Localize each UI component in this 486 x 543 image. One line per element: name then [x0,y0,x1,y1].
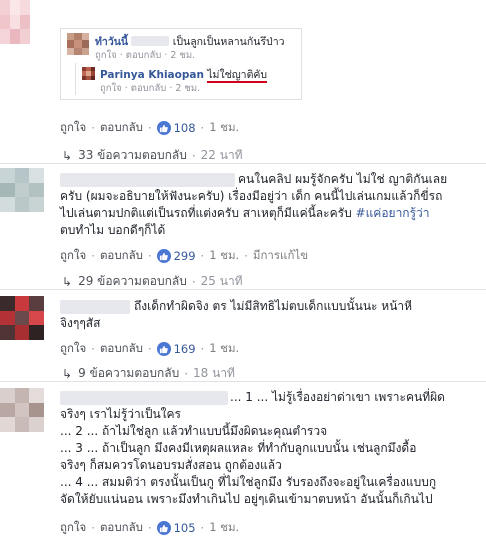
comment-text: ... 1 ... ไม่รู้เรื่องอย่าด่าเขา เพราะคน… [230,390,445,404]
comment-text: คนในคลิป ผมรู้จักครับ ไม่ใช่ ญาติกันเลย [238,172,448,186]
commenter-name[interactable]: Parinya Khiaopan [100,69,204,81]
comment-actions: ถูกใจ · ตอบกลับ · 169 · 1 ชม. [60,340,240,358]
reply-arrow-icon: ↳ [62,148,73,163]
comment-actions: ถูกใจ · ตอบกลับ · 108 · 1 ชม. [60,119,240,137]
comment-text: จัดให้ยับแน่นอน เพราะมึงทำเกินไป อยู่ๆเด… [60,492,433,506]
comment-text: ... 4 ... สมมติว่า ตรงนั้นเป็นกู ที่ไม่ใ… [60,475,437,489]
avatar[interactable] [0,168,44,212]
comment-text: จริงๆ เราไม่รู้ว่าเป็นใคร [60,407,182,421]
avatar[interactable] [0,0,30,44]
avatar[interactable] [67,33,89,55]
divider [0,289,486,290]
nested-reply: Parinya Khiaopan ไม่ใช่ญาติคับ ถูกใจ · ต… [75,63,296,95]
reply-link[interactable]: ตอบกลับ [126,50,162,61]
comment-text: ครับ (ผมจะอธิบายให้ฟังนะครับ) เรื่องมีอย… [60,189,443,203]
comment-actions: ถูกใจ · ตอบกลับ · 105 · 1 ชม. [60,519,240,537]
timestamp[interactable]: 1 ชม. [209,340,239,358]
timestamp[interactable]: 2 ชม. [170,50,195,61]
comment-text: ... 3 ... ถ้าเป็นลูก มึงคงมีเหตุผลแหละ ท… [60,441,417,455]
like-count[interactable]: 108 [156,121,196,135]
avatar[interactable] [0,296,44,340]
comment-text: ถึงเด็กทำผิดจิง ตร ไม่มีสิทธิไม่ตบเด็กแบ… [134,299,413,313]
like-count[interactable]: 299 [156,249,196,263]
comment-text: จิงๆๆสัส [60,316,101,330]
like-link[interactable]: ถูกใจ [60,519,86,537]
reply-link[interactable]: ตอบกลับ [100,119,143,137]
thumbs-up-icon [156,521,171,535]
comment-text: ... 2 ... ถ้าไม่ใช่ลูก แล้วทำแบบนี้มึงผิ… [60,424,328,438]
reply-arrow-icon: ↳ [62,274,73,289]
like-link[interactable]: ถูกใจ [100,83,122,94]
reply-arrow-icon: ↳ [62,366,73,381]
avatar[interactable] [82,67,95,80]
comment-text: ไปเล่นตามปกติแต่เป็นรถที่แต่งครับ สาเหตุ… [60,206,430,220]
reply-link[interactable]: ตอบกลับ [100,519,143,537]
reply-link[interactable]: ตอบกลับ [100,247,143,265]
comment-text: เป็นลูกเป็นหลานกันรึป่าว [172,36,285,48]
like-link[interactable]: ถูกใจ [60,247,86,265]
comment-actions: ถูกใจ · ตอบกลับ · 299 · 1 ชม. · มีการแก้ไข [60,247,309,265]
avatar[interactable] [0,388,44,432]
quoted-reply-box: ทำวันนี้ เป็นลูกเป็นหลานกันรึป่าว ถูกใจ … [60,28,302,100]
comment-text: จริงๆ ก็สมควรโดนอบรมสั่งสอน ถูกต้องแล้ว [60,458,282,472]
blurred-name [60,300,130,314]
like-link[interactable]: ถูกใจ [60,119,86,137]
thumbs-up-icon [156,249,171,263]
timestamp[interactable]: 2 ชม. [175,83,200,94]
blurred-name [60,173,235,187]
like-link[interactable]: ถูกใจ [95,50,117,61]
reply-link[interactable]: ตอบกลับ [100,340,143,358]
edited-label[interactable]: มีการแก้ไข [253,247,308,265]
like-link[interactable]: ถูกใจ [60,340,86,358]
reply-link[interactable]: ตอบกลับ [131,83,167,94]
hashtag-link[interactable]: #แค่อยากรู้ว่า [356,206,430,220]
blurred-name [131,36,170,46]
comment-text: ไม่ใช่ญาติคับ [207,69,268,83]
comment-text: ตบทำไม บอกดีๆก็ได้ [60,223,166,237]
like-count[interactable]: 169 [156,342,196,356]
timestamp[interactable]: 1 ชม. [209,247,239,265]
commenter-name[interactable]: ทำวันนี้ [95,36,128,48]
thumbs-up-icon [156,121,171,135]
timestamp[interactable]: 1 ชม. [209,119,239,137]
thumbs-up-icon [156,342,171,356]
divider [0,381,486,382]
divider [0,163,486,164]
blurred-name [60,391,228,405]
timestamp[interactable]: 1 ชม. [209,519,239,537]
like-count[interactable]: 105 [156,521,196,535]
